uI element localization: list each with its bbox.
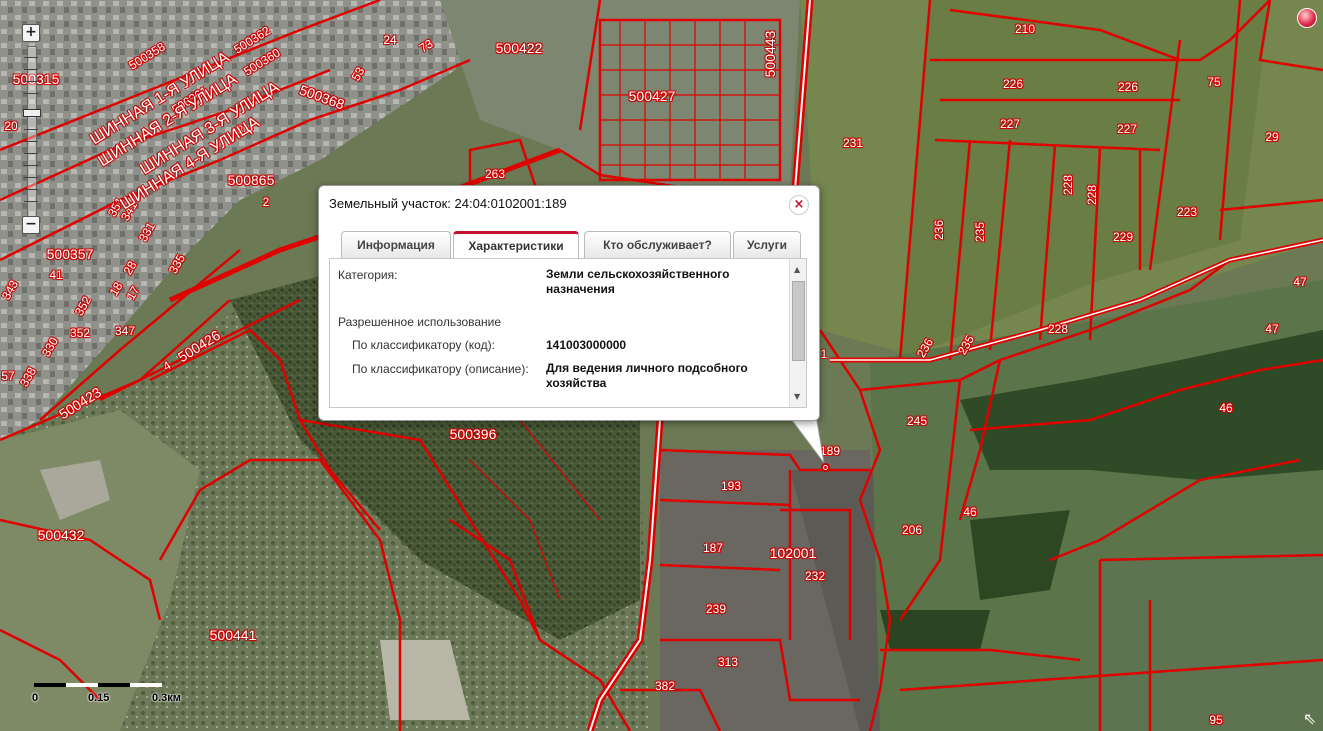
scroll-thumb[interactable] — [792, 281, 805, 361]
classifier-code-value: 141003000000 — [546, 338, 627, 352]
parcel-label[interactable]: 500427 — [629, 88, 676, 104]
parcel-label[interactable]: 20 — [4, 119, 17, 133]
popup-tabs: Информация Характеристики Кто обслуживае… — [329, 231, 809, 259]
scale-segment — [130, 683, 162, 687]
parcel-label[interactable]: 313 — [718, 655, 738, 669]
parcel-label[interactable]: 2 — [263, 195, 270, 209]
parcel-label[interactable]: 245 — [907, 414, 927, 428]
tab-services[interactable]: Услуги — [733, 231, 801, 258]
category-value: Земли сельскохозяйственного назначения — [546, 267, 730, 296]
classifier-code-label: По классификатору (код): — [352, 338, 495, 352]
parcel-label[interactable]: 500357 — [47, 246, 94, 262]
parcel-label[interactable]: 226 — [1003, 77, 1023, 91]
panel-scrollbar[interactable]: ▲ ▼ — [789, 259, 806, 407]
parcel-label[interactable]: 57 — [1, 369, 14, 383]
parcel-label[interactable]: 500396 — [450, 426, 497, 442]
parcel-marker-icon[interactable] — [821, 463, 830, 472]
parcel-label[interactable]: 95 — [1209, 713, 1222, 727]
parcel-label[interactable]: 239 — [706, 602, 726, 616]
scale-label-end: 0.3км — [152, 692, 181, 704]
popup-pointer — [787, 415, 825, 464]
close-button[interactable]: × — [789, 195, 809, 215]
parcel-label[interactable]: 263 — [485, 167, 505, 181]
parcel-label[interactable]: 228 — [1085, 185, 1099, 205]
zoom-tick — [24, 81, 38, 82]
zoom-tick — [24, 69, 38, 70]
parcel-label[interactable]: 500432 — [38, 527, 85, 543]
zoom-in-button[interactable]: + — [22, 24, 40, 42]
popup-title: Земельный участок: 24:04:0102001:189 — [329, 196, 567, 211]
parcel-label[interactable]: 29 — [1265, 130, 1278, 144]
parcel-label[interactable]: 347 — [115, 324, 135, 338]
category-label: Категория: — [338, 268, 398, 282]
parcel-label[interactable]: 227 — [1000, 117, 1020, 131]
parcel-label[interactable]: 102001 — [770, 545, 817, 561]
scale-segment — [98, 683, 130, 687]
zoom-out-button[interactable]: − — [22, 216, 40, 234]
scale-bar: 0 0.15 0.3км — [30, 680, 181, 710]
parcel-label[interactable]: 75 — [1207, 75, 1220, 89]
parcel-label[interactable]: 46 — [963, 505, 976, 519]
parcel-label[interactable]: 193 — [721, 479, 741, 493]
scroll-down-icon[interactable]: ▼ — [794, 392, 800, 401]
characteristics-panel: Категория: Земли сельскохозяйственного н… — [329, 258, 807, 408]
parcel-label[interactable]: 352 — [70, 326, 90, 340]
parcel-label[interactable]: 228 — [1061, 175, 1075, 195]
parcel-label[interactable]: 229 — [1113, 230, 1133, 244]
resize-arrow-icon[interactable]: ⇖ — [1303, 711, 1319, 727]
globe-icon[interactable] — [1297, 8, 1317, 28]
parcel-label[interactable]: 187 — [703, 541, 723, 555]
parcel-info-popup: Земельный участок: 24:04:0102001:189 × И… — [318, 185, 820, 421]
zoom-slider-handle[interactable] — [23, 109, 41, 117]
tab-characteristics[interactable]: Характеристики — [453, 231, 579, 259]
parcel-label[interactable]: 46 — [1219, 401, 1232, 415]
tab-information[interactable]: Информация — [341, 231, 451, 258]
scroll-up-icon[interactable]: ▲ — [794, 265, 800, 274]
classifier-description-value: Для ведения личного подсобного хозяйства — [546, 361, 748, 390]
parcel-label[interactable]: 231 — [843, 136, 863, 150]
zoom-tick — [24, 165, 38, 166]
zoom-tick — [24, 177, 38, 178]
zoom-tick — [24, 129, 38, 130]
parcel-label[interactable]: 228 — [1048, 322, 1068, 336]
scale-segment — [66, 683, 98, 687]
parcel-label[interactable]: 1 — [821, 347, 828, 361]
parcel-label[interactable]: 500443 — [762, 31, 778, 78]
zoom-tick — [24, 93, 38, 94]
parcel-label[interactable]: 232 — [805, 569, 825, 583]
zoom-tick — [24, 141, 38, 142]
parcel-label[interactable]: 227 — [1117, 122, 1137, 136]
parcel-label[interactable]: 236 — [932, 220, 946, 240]
zoom-tick — [24, 189, 38, 190]
parcel-label[interactable]: 235 — [973, 222, 987, 242]
parcel-label[interactable]: 500865 — [228, 172, 275, 188]
scale-segment — [34, 683, 66, 687]
parcel-label[interactable]: 206 — [902, 523, 922, 537]
parcel-label[interactable]: 24 — [383, 33, 396, 47]
zoom-slider[interactable] — [23, 46, 41, 218]
parcel-label[interactable]: 223 — [1177, 205, 1197, 219]
zoom-tick — [24, 153, 38, 154]
parcel-label[interactable]: 47 — [1265, 322, 1278, 336]
permitted-use-header: Разрешенное использование — [338, 315, 502, 329]
parcel-label[interactable]: 47 — [1293, 275, 1306, 289]
zoom-tick — [24, 57, 38, 58]
zoom-tick — [24, 201, 38, 202]
zoom-control: + − — [20, 22, 42, 234]
scale-label-0: 0 — [32, 692, 39, 704]
classifier-description-label: По классификатору (описание): — [352, 362, 529, 376]
parcel-label[interactable]: 500441 — [210, 627, 257, 643]
tab-who-serves[interactable]: Кто обслуживает? — [584, 231, 731, 258]
parcel-label[interactable]: 382 — [655, 679, 675, 693]
parcel-label[interactable]: 500422 — [496, 40, 543, 56]
parcel-label[interactable]: 226 — [1118, 80, 1138, 94]
parcel-label[interactable]: 210 — [1015, 22, 1035, 36]
scale-label-mid: 0.15 — [88, 692, 110, 704]
parcel-label[interactable]: 41 — [49, 268, 62, 282]
